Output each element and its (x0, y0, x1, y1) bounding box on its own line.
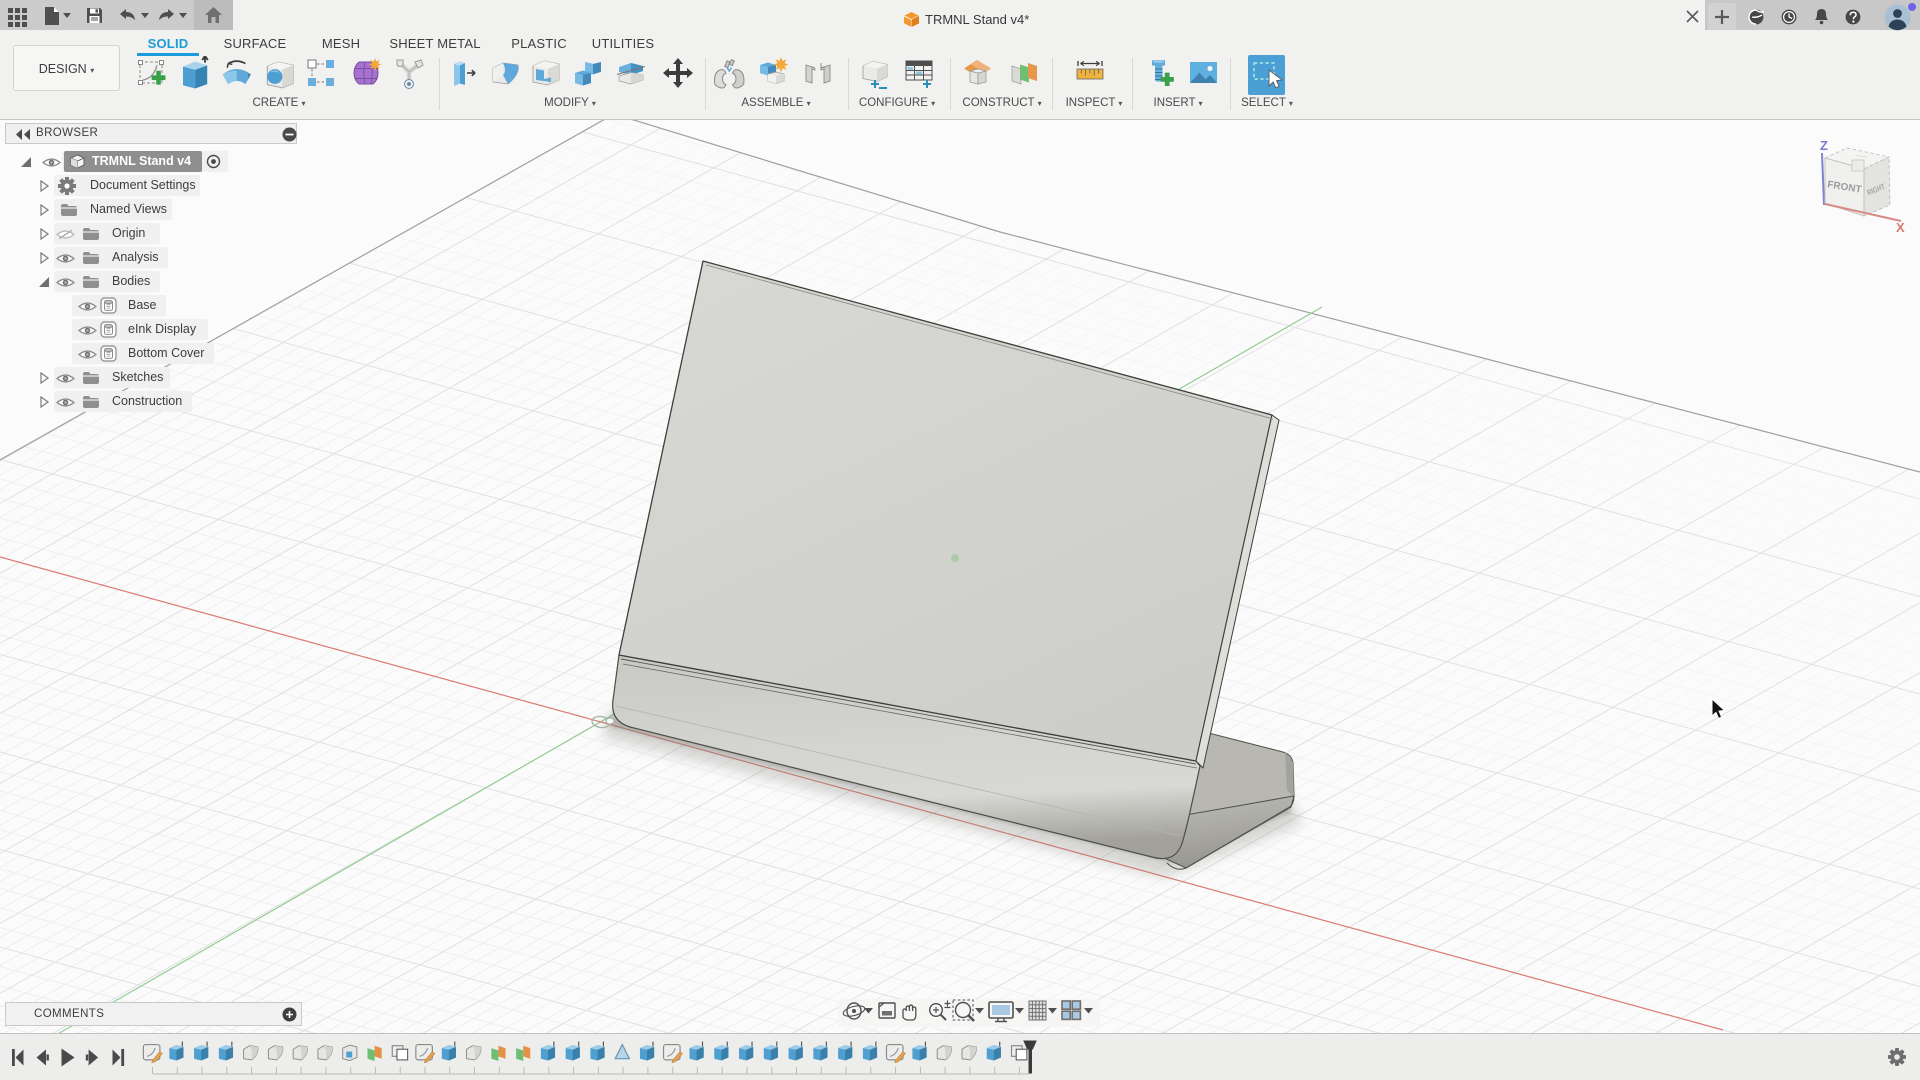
svg-text:Z: Z (1820, 138, 1828, 153)
svg-text:X: X (1896, 220, 1905, 235)
